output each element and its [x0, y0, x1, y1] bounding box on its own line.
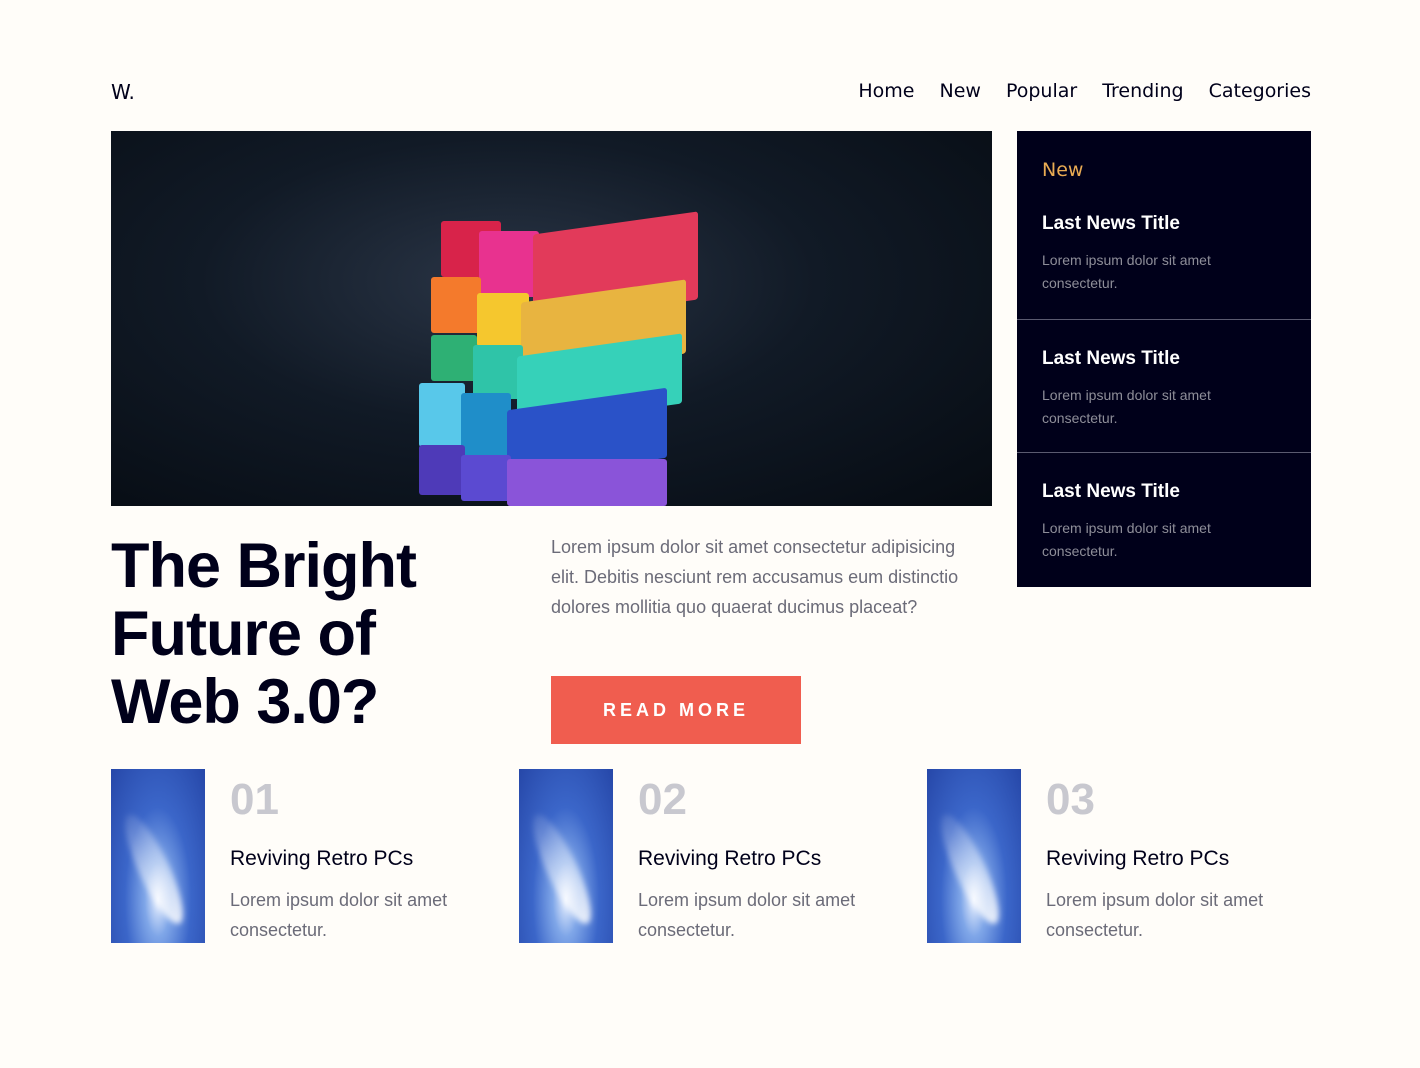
card-number: 02: [638, 775, 687, 824]
hero-headline: The Bright Future of Web 3.0?: [111, 531, 417, 737]
news-item[interactable]: Last News Title Lorem ipsum dolor sit am…: [1017, 319, 1311, 452]
card-number: 01: [230, 775, 279, 824]
card-desc: Lorem ipsum dolor sit amet consectetur.: [638, 890, 856, 940]
card-thumbnail: [111, 769, 205, 943]
card-title: Reviving Retro PCs: [230, 847, 414, 870]
news-desc: Lorem ipsum dolor sit amet consectetur.: [1042, 252, 1211, 291]
nav-trending[interactable]: Trending: [1102, 80, 1183, 102]
nav-new[interactable]: New: [939, 80, 980, 102]
nav-categories[interactable]: Categories: [1209, 80, 1311, 102]
nav-popular[interactable]: Popular: [1006, 80, 1077, 102]
card-desc: Lorem ipsum dolor sit amet consectetur.: [230, 890, 448, 940]
card-thumbnail: [927, 769, 1021, 943]
read-more-button[interactable]: READ MORE: [551, 676, 801, 744]
news-desc: Lorem ipsum dolor sit amet consectetur.: [1042, 520, 1211, 559]
card-title: Reviving Retro PCs: [1046, 847, 1230, 870]
card-title: Reviving Retro PCs: [638, 847, 822, 870]
card-number: 03: [1046, 775, 1095, 824]
site-logo[interactable]: W.: [111, 80, 135, 104]
main-nav: Home New Popular Trending Categories: [858, 80, 1311, 102]
news-title: Last News Title: [1042, 213, 1180, 234]
news-item[interactable]: Last News Title Lorem ipsum dolor sit am…: [1017, 452, 1311, 585]
news-desc: Lorem ipsum dolor sit amet consectetur.: [1042, 387, 1211, 426]
latest-news-panel: New Last News Title Lorem ipsum dolor si…: [1017, 131, 1311, 587]
hero-image: [111, 131, 992, 506]
nav-home[interactable]: Home: [858, 80, 914, 102]
hero-description: Lorem ipsum dolor sit amet consectetur a…: [551, 537, 959, 617]
sidebar-heading: New: [1042, 159, 1084, 181]
card-thumbnail: [519, 769, 613, 943]
article-card[interactable]: 03 Reviving Retro PCs Lorem ipsum dolor …: [927, 769, 1311, 943]
article-card[interactable]: 02 Reviving Retro PCs Lorem ipsum dolor …: [519, 769, 903, 943]
article-card[interactable]: 01 Reviving Retro PCs Lorem ipsum dolor …: [111, 769, 495, 943]
news-title: Last News Title: [1042, 348, 1180, 369]
card-desc: Lorem ipsum dolor sit amet consectetur.: [1046, 890, 1264, 940]
news-title: Last News Title: [1042, 481, 1180, 502]
